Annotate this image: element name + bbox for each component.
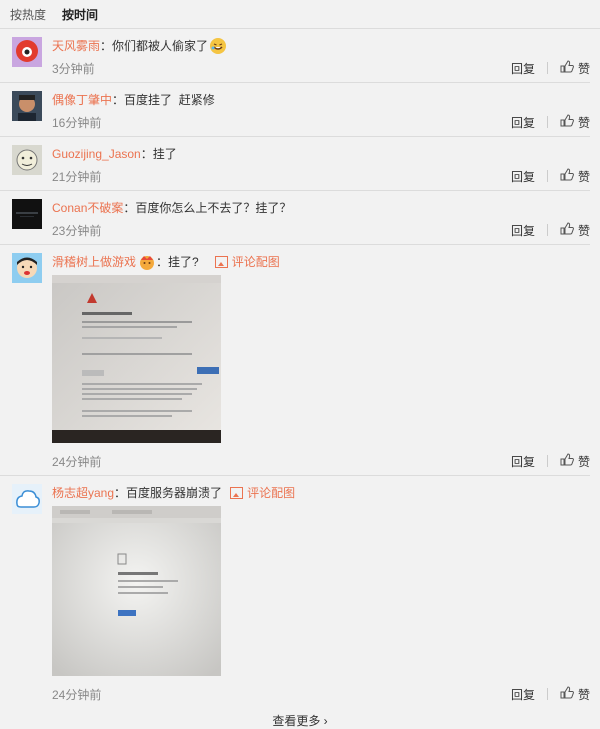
comment-text: 你们都被人偷家了 xyxy=(112,39,209,53)
like-button[interactable]: 赞 xyxy=(560,453,590,470)
comment-image-link-label: 评论配图 xyxy=(247,486,296,500)
divider xyxy=(546,224,548,236)
comment-image-link[interactable]: 评论配图 xyxy=(214,253,280,271)
tab-hot[interactable]: 按热度 xyxy=(10,6,46,23)
divider xyxy=(546,688,548,700)
comment-content: 滑稽树上做游戏 ：挂了? 评论配图 xyxy=(52,253,590,271)
avatar[interactable] xyxy=(12,145,42,175)
image-icon xyxy=(214,256,228,268)
comment-item: 偶像丁肇中：百度挂了 赶紧修 16分钟前 回复 赞 xyxy=(0,83,590,137)
colon: ： xyxy=(112,93,125,107)
reply-button[interactable]: 回复 xyxy=(511,114,535,131)
reply-button[interactable]: 回复 xyxy=(511,686,535,703)
view-more-link[interactable]: 查看更多 › xyxy=(0,712,600,729)
comment-photo[interactable] xyxy=(52,506,590,679)
divider xyxy=(546,455,548,467)
username[interactable]: Guozijing_Jason xyxy=(52,145,141,163)
like-button[interactable]: 赞 xyxy=(560,168,590,185)
comment-meta: 24分钟前 回复 赞 xyxy=(52,448,590,474)
laughing-emoji-icon xyxy=(210,38,227,54)
username[interactable]: 滑稽树上做游戏 xyxy=(52,253,136,271)
comment-content: 天风雾雨：你们都被人偷家了 xyxy=(52,37,590,55)
username[interactable]: Conan不破案 xyxy=(52,199,123,217)
colon: ： xyxy=(156,255,169,269)
thumbs-up-icon xyxy=(560,686,574,702)
reply-button[interactable]: 回复 xyxy=(511,168,535,185)
like-button[interactable]: 赞 xyxy=(560,686,590,703)
thumbs-up-icon xyxy=(560,114,574,130)
comment-item: Conan不破案：百度你怎么上不去了？挂了？ 23分钟前 回复 赞 xyxy=(0,191,590,245)
reply-button[interactable]: 回复 xyxy=(511,222,535,239)
comment-text: 百度服务器崩溃了 xyxy=(126,486,223,500)
divider xyxy=(546,116,548,128)
comment-meta: 3分钟前 回复 赞 xyxy=(52,55,590,81)
like-label: 赞 xyxy=(577,61,590,76)
comment-item: Guozijing_Jason：挂了 21分钟前 回复 赞 xyxy=(0,137,590,191)
like-label: 赞 xyxy=(577,115,590,130)
like-button[interactable]: 赞 xyxy=(560,222,590,239)
comment-item: 天风雾雨：你们都被人偷家了 3分钟前 回复 赞 xyxy=(0,29,590,83)
colon: ： xyxy=(100,39,113,53)
comment-time: 23分钟前 xyxy=(52,223,102,238)
reply-button[interactable]: 回复 xyxy=(511,453,535,470)
comment-time: 24分钟前 xyxy=(52,687,102,702)
like-button[interactable]: 赞 xyxy=(560,114,590,131)
colon: ： xyxy=(140,147,153,161)
comment-actions: 回复 赞 xyxy=(511,168,590,185)
comment-actions: 回复 赞 xyxy=(511,60,590,77)
comment-meta: 23分钟前 回复 赞 xyxy=(52,217,590,243)
avatar[interactable] xyxy=(12,37,42,67)
comment-text: 百度挂了 赶紧修 xyxy=(124,93,215,107)
avatar[interactable] xyxy=(12,253,42,283)
thumbs-up-icon xyxy=(560,168,574,184)
reply-button[interactable]: 回复 xyxy=(511,60,535,77)
thumbs-up-icon xyxy=(560,222,574,238)
colon: ： xyxy=(114,486,127,500)
comment-text: 挂了 xyxy=(152,147,177,161)
comment-meta: 16分钟前 回复 赞 xyxy=(52,109,590,135)
comment-text: 挂了? xyxy=(168,255,199,269)
like-label: 赞 xyxy=(577,169,590,184)
comment-content: 偶像丁肇中：百度挂了 赶紧修 xyxy=(52,91,590,109)
comment-time: 3分钟前 xyxy=(52,61,95,76)
comment-list: 天风雾雨：你们都被人偷家了 3分钟前 回复 赞 偶像丁肇中 ： 百度挂了 赶紧修… xyxy=(0,29,600,712)
avatar[interactable] xyxy=(12,91,42,121)
comment-content: 杨志超yang：百度服务器崩溃了 评论配图 xyxy=(52,484,590,502)
comment-actions: 回复 赞 xyxy=(511,453,590,470)
comment-actions: 回复 赞 xyxy=(511,222,590,239)
comment-item: 滑稽树上做游戏 ：挂了? 评论配图 24分钟前 回复 赞 xyxy=(0,245,590,476)
comment-time: 21分钟前 xyxy=(52,169,102,184)
avatar[interactable] xyxy=(12,484,42,514)
sort-tabs: 按热度 按时间 xyxy=(0,0,600,29)
comment-image-link[interactable]: 评论配图 xyxy=(230,484,295,502)
comment-meta: 21分钟前 回复 赞 xyxy=(52,163,590,189)
tab-time[interactable]: 按时间 xyxy=(62,6,98,23)
comment-content: Conan不破案：百度你怎么上不去了？挂了？ xyxy=(52,199,590,217)
image-icon xyxy=(230,487,244,499)
username[interactable]: 天风雾雨 xyxy=(52,37,100,55)
thumbs-up-icon xyxy=(560,60,574,76)
colon: ： xyxy=(123,201,136,215)
comment-photo[interactable] xyxy=(52,275,590,446)
avatar[interactable] xyxy=(12,199,42,229)
username[interactable]: 杨志超yang xyxy=(52,484,114,502)
crown-emoji-icon xyxy=(138,254,156,270)
comment-actions: 回复 赞 xyxy=(511,114,590,131)
username[interactable]: 偶像丁肇中 xyxy=(52,91,112,109)
thumbs-up-icon xyxy=(560,453,574,469)
comment-time: 16分钟前 xyxy=(52,115,102,130)
divider xyxy=(546,170,548,182)
comment-image-link-label: 评论配图 xyxy=(231,255,280,269)
like-label: 赞 xyxy=(577,454,590,469)
comment-time: 24分钟前 xyxy=(52,454,102,469)
comment-item: 杨志超yang：百度服务器崩溃了 评论配图 24分钟前 回复 赞 xyxy=(0,476,590,712)
like-button[interactable]: 赞 xyxy=(560,60,590,77)
like-label: 赞 xyxy=(577,223,590,238)
comment-text: 百度你怎么上不去了？挂了？ xyxy=(135,201,292,215)
divider xyxy=(546,62,548,74)
like-label: 赞 xyxy=(577,687,590,702)
comment-actions: 回复 赞 xyxy=(511,686,590,703)
comment-meta: 24分钟前 回复 赞 xyxy=(52,681,590,707)
comment-content: Guozijing_Jason：挂了 xyxy=(52,145,590,163)
